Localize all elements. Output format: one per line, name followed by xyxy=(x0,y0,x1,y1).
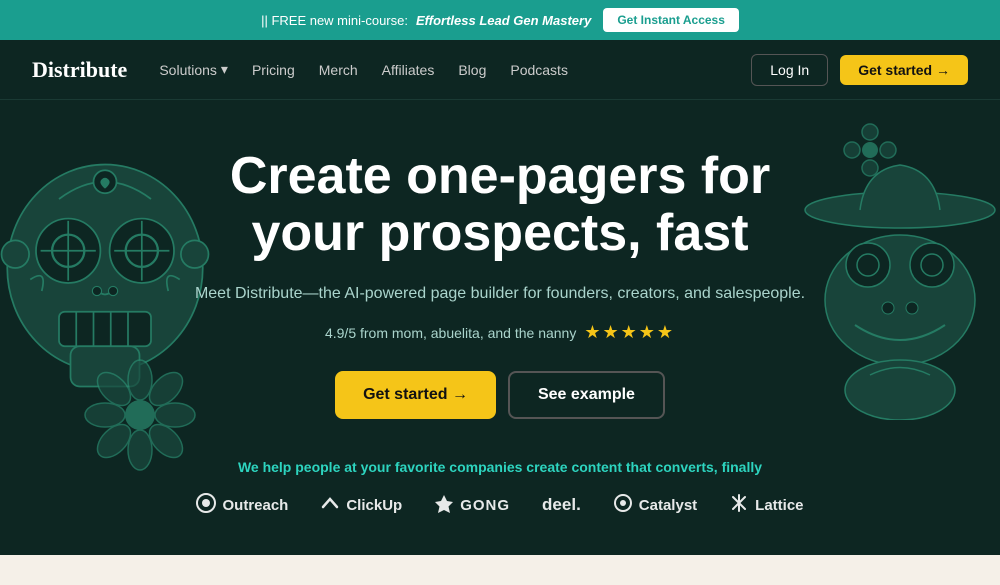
top-banner: || FREE new mini-course: Effortless Lead… xyxy=(0,0,1000,40)
outreach-icon xyxy=(196,493,216,517)
gong-label: GONG xyxy=(460,497,510,514)
banner-text: || FREE new mini-course: Effortless Lead… xyxy=(261,13,591,28)
banner-course-name: Effortless Lead Gen Mastery xyxy=(416,13,591,28)
instant-access-button[interactable]: Get Instant Access xyxy=(603,8,739,32)
lattice-label: Lattice xyxy=(755,497,803,514)
outreach-label: Outreach xyxy=(222,497,288,514)
partner-gong: GONG xyxy=(434,493,510,517)
hero-subtitle: Meet Distribute—the AI-powered page buil… xyxy=(190,282,810,306)
lattice-icon xyxy=(729,493,749,517)
hero-content: Create one-pagers for your prospects, fa… xyxy=(190,148,810,459)
hero-section: Create one-pagers for your prospects, fa… xyxy=(0,100,1000,555)
partners-tagline: We help people at your favorite companie… xyxy=(196,459,803,475)
nav-actions: Log In Get started → xyxy=(751,54,968,86)
partners-section: We help people at your favorite companie… xyxy=(196,459,803,517)
nav-solutions[interactable]: Solutions ▾ xyxy=(159,61,228,78)
stars: ★★★★★ xyxy=(584,322,675,343)
logo: Distribute xyxy=(32,57,127,83)
partner-lattice: Lattice xyxy=(729,493,803,517)
nav-pricing[interactable]: Pricing xyxy=(252,62,295,78)
clickup-icon xyxy=(320,493,340,517)
partner-catalyst: Catalyst xyxy=(613,493,697,517)
partner-outreach: Outreach xyxy=(196,493,288,517)
rating-text: 4.9/5 from mom, abuelita, and the nanny xyxy=(325,325,576,341)
partner-clickup: ClickUp xyxy=(320,493,402,517)
partners-logos: Outreach ClickUp GONG dee xyxy=(196,493,803,517)
nav-podcasts[interactable]: Podcasts xyxy=(510,62,568,78)
banner-prefix: || FREE new mini-course: xyxy=(261,13,408,28)
get-started-button[interactable]: Get started → xyxy=(840,55,968,85)
deel-label: deel. xyxy=(542,495,581,515)
flower-top-right xyxy=(840,120,900,180)
skull-right-decoration xyxy=(800,160,1000,420)
chevron-down-icon: ▾ xyxy=(221,61,228,78)
footer-strip xyxy=(0,555,1000,585)
navbar: Distribute Solutions ▾ Pricing Merch Aff… xyxy=(0,40,1000,100)
nav-affiliates[interactable]: Affiliates xyxy=(382,62,435,78)
clickup-label: ClickUp xyxy=(346,497,402,514)
gong-icon xyxy=(434,493,454,517)
hero-rating: 4.9/5 from mom, abuelita, and the nanny … xyxy=(190,322,810,343)
hero-see-example-button[interactable]: See example xyxy=(508,371,665,419)
hero-title: Create one-pagers for your prospects, fa… xyxy=(190,148,810,262)
nav-merch[interactable]: Merch xyxy=(319,62,358,78)
catalyst-icon xyxy=(613,493,633,517)
partner-deel: deel. xyxy=(542,495,581,515)
catalyst-label: Catalyst xyxy=(639,497,697,514)
login-button[interactable]: Log In xyxy=(751,54,828,86)
nav-links: Solutions ▾ Pricing Merch Affiliates Blo… xyxy=(159,61,719,78)
hero-get-started-button[interactable]: Get started → xyxy=(335,371,496,419)
hero-buttons: Get started → See example xyxy=(190,371,810,419)
flower-bottom-left xyxy=(80,355,200,475)
nav-blog[interactable]: Blog xyxy=(458,62,486,78)
